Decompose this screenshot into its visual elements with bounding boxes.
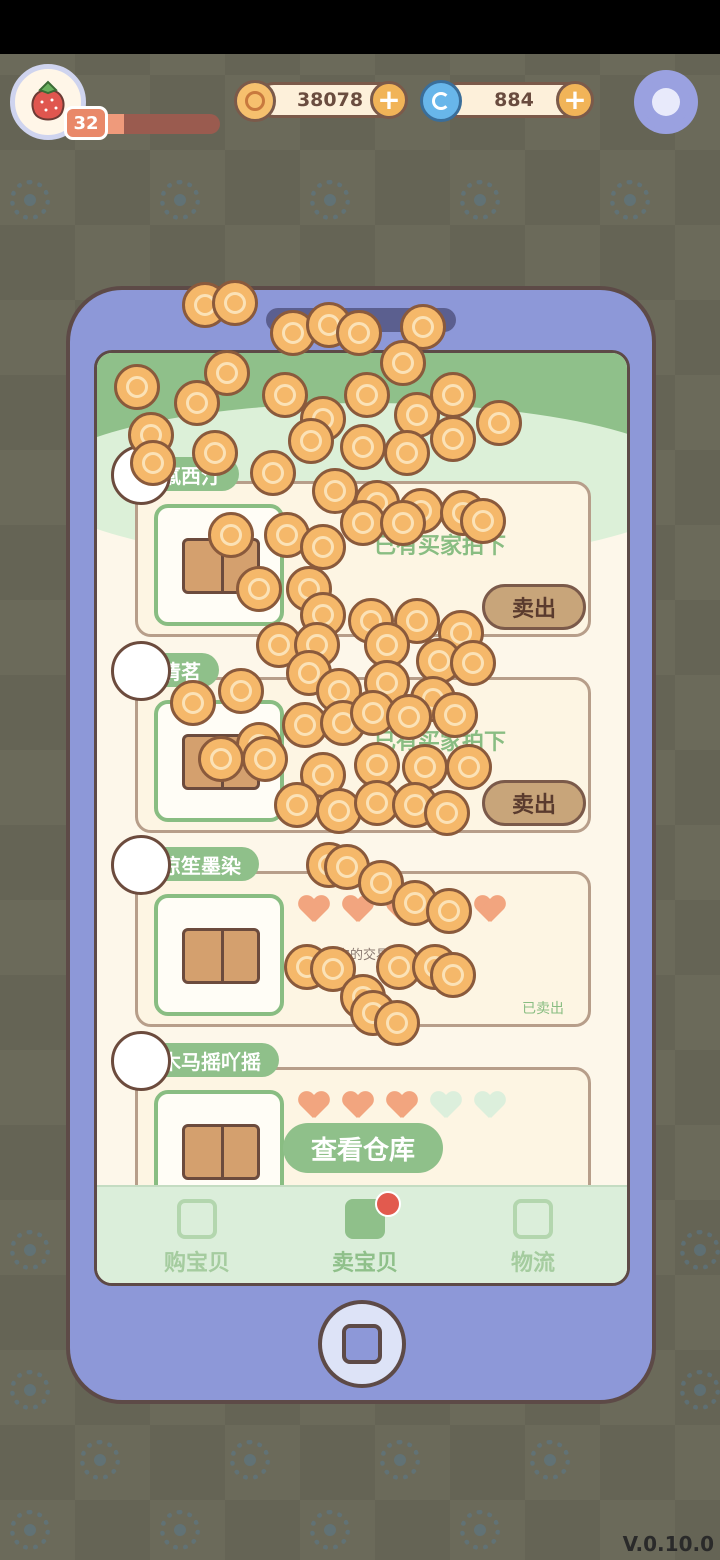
flying-coin-icon [288,418,334,464]
flying-coin-icon [336,310,382,356]
flying-coin-icon [450,640,496,686]
gem-icon [420,80,462,122]
background-sun-icon [530,1440,570,1480]
flying-coin-icon [344,372,390,418]
item-frame [154,894,284,1016]
flying-coin-icon [430,372,476,418]
background-sun-icon [10,1370,50,1410]
background-sun-icon [310,180,350,220]
background-sun-icon [680,1370,720,1410]
seller-avatar [111,835,171,895]
xp-progress-bar [92,114,220,134]
flying-coin-icon [208,512,254,558]
add-coins-button[interactable]: + [370,81,408,119]
heart-icon [342,1092,374,1120]
flying-coin-icon [236,566,282,612]
flying-coin-icon [242,736,288,782]
sell-button[interactable]: 卖出 [482,584,586,630]
background-sun-icon [10,1230,50,1270]
heart-icon [298,1092,330,1120]
flying-coin-icon [114,364,160,410]
tab-logistics[interactable]: 物流 [463,1187,603,1283]
coin-amount: 38078 [296,89,364,111]
background-sun-icon [10,180,50,220]
tab-label: 卖宝贝 [331,1251,398,1276]
flying-coin-icon [170,680,216,726]
flying-coin-icon [250,450,296,496]
tab-label: 物流 [510,1251,555,1276]
heart-icon [386,1092,418,1120]
tab-sell[interactable]: 卖宝贝 [295,1187,435,1283]
background-sun-icon [160,1510,200,1550]
tab-bar: 购宝贝 卖宝贝 物流 [97,1185,627,1283]
seller-avatar [111,1031,171,1091]
flying-coin-icon [174,380,220,426]
seller-avatar [111,641,171,701]
package-box-icon [182,1124,260,1180]
background-sun-icon [460,180,500,220]
background-sun-icon [460,1510,500,1550]
flying-coin-icon [340,424,386,470]
package-icon [513,1199,553,1239]
flying-coin-icon [212,280,258,326]
background-sun-icon [80,1440,120,1480]
flying-coin-icon [380,340,426,386]
phone-home-button[interactable] [318,1300,406,1388]
heart-icon [474,896,506,924]
background-sun-icon [160,180,200,220]
sell-button[interactable]: 卖出 [482,780,586,826]
notification-dot [375,1191,401,1217]
settings-gear-icon[interactable] [634,70,698,134]
flying-coin-icon [374,1000,420,1046]
flying-coin-icon [380,500,426,546]
flying-coin-icon [130,440,176,486]
background-sun-icon [310,1510,350,1550]
heart-empty-icon [474,1092,506,1120]
tab-label: 购宝贝 [163,1251,230,1276]
flying-coin-icon [386,694,432,740]
flying-coin-icon [430,416,476,462]
background-sun-icon [230,1440,270,1480]
flying-coin-icon [424,790,470,836]
flying-coin-icon [300,524,346,570]
level-badge: 32 [64,106,108,140]
flying-coin-icon [274,782,320,828]
add-gems-button[interactable]: + [556,81,594,119]
package-box-icon [182,928,260,984]
flying-coin-icon [384,430,430,476]
coin-icon [234,80,276,122]
flying-coin-icon [218,668,264,714]
sold-label: 已卖出 [522,1001,564,1017]
gem-amount: 884 [494,89,534,111]
heart-icon [298,896,330,924]
flying-coin-icon [426,888,472,934]
view-warehouse-button[interactable]: 查看仓库 [283,1123,443,1173]
flying-coin-icon [432,692,478,738]
flying-coin-icon [430,952,476,998]
version-label: V.0.10.0 [622,1532,714,1556]
flying-coin-icon [192,430,238,476]
heart-empty-icon [430,1092,462,1120]
shopping-bag-icon [177,1199,217,1239]
background-sun-icon [10,1510,50,1550]
flying-coin-icon [446,744,492,790]
flying-coin-icon [198,736,244,782]
background-sun-icon [380,1440,420,1480]
background-sun-icon [610,180,650,220]
status-bar [0,0,720,54]
flying-coin-icon [460,498,506,544]
background-sun-icon [680,1230,720,1270]
flying-coin-icon [476,400,522,446]
tab-buy[interactable]: 购宝贝 [127,1187,267,1283]
